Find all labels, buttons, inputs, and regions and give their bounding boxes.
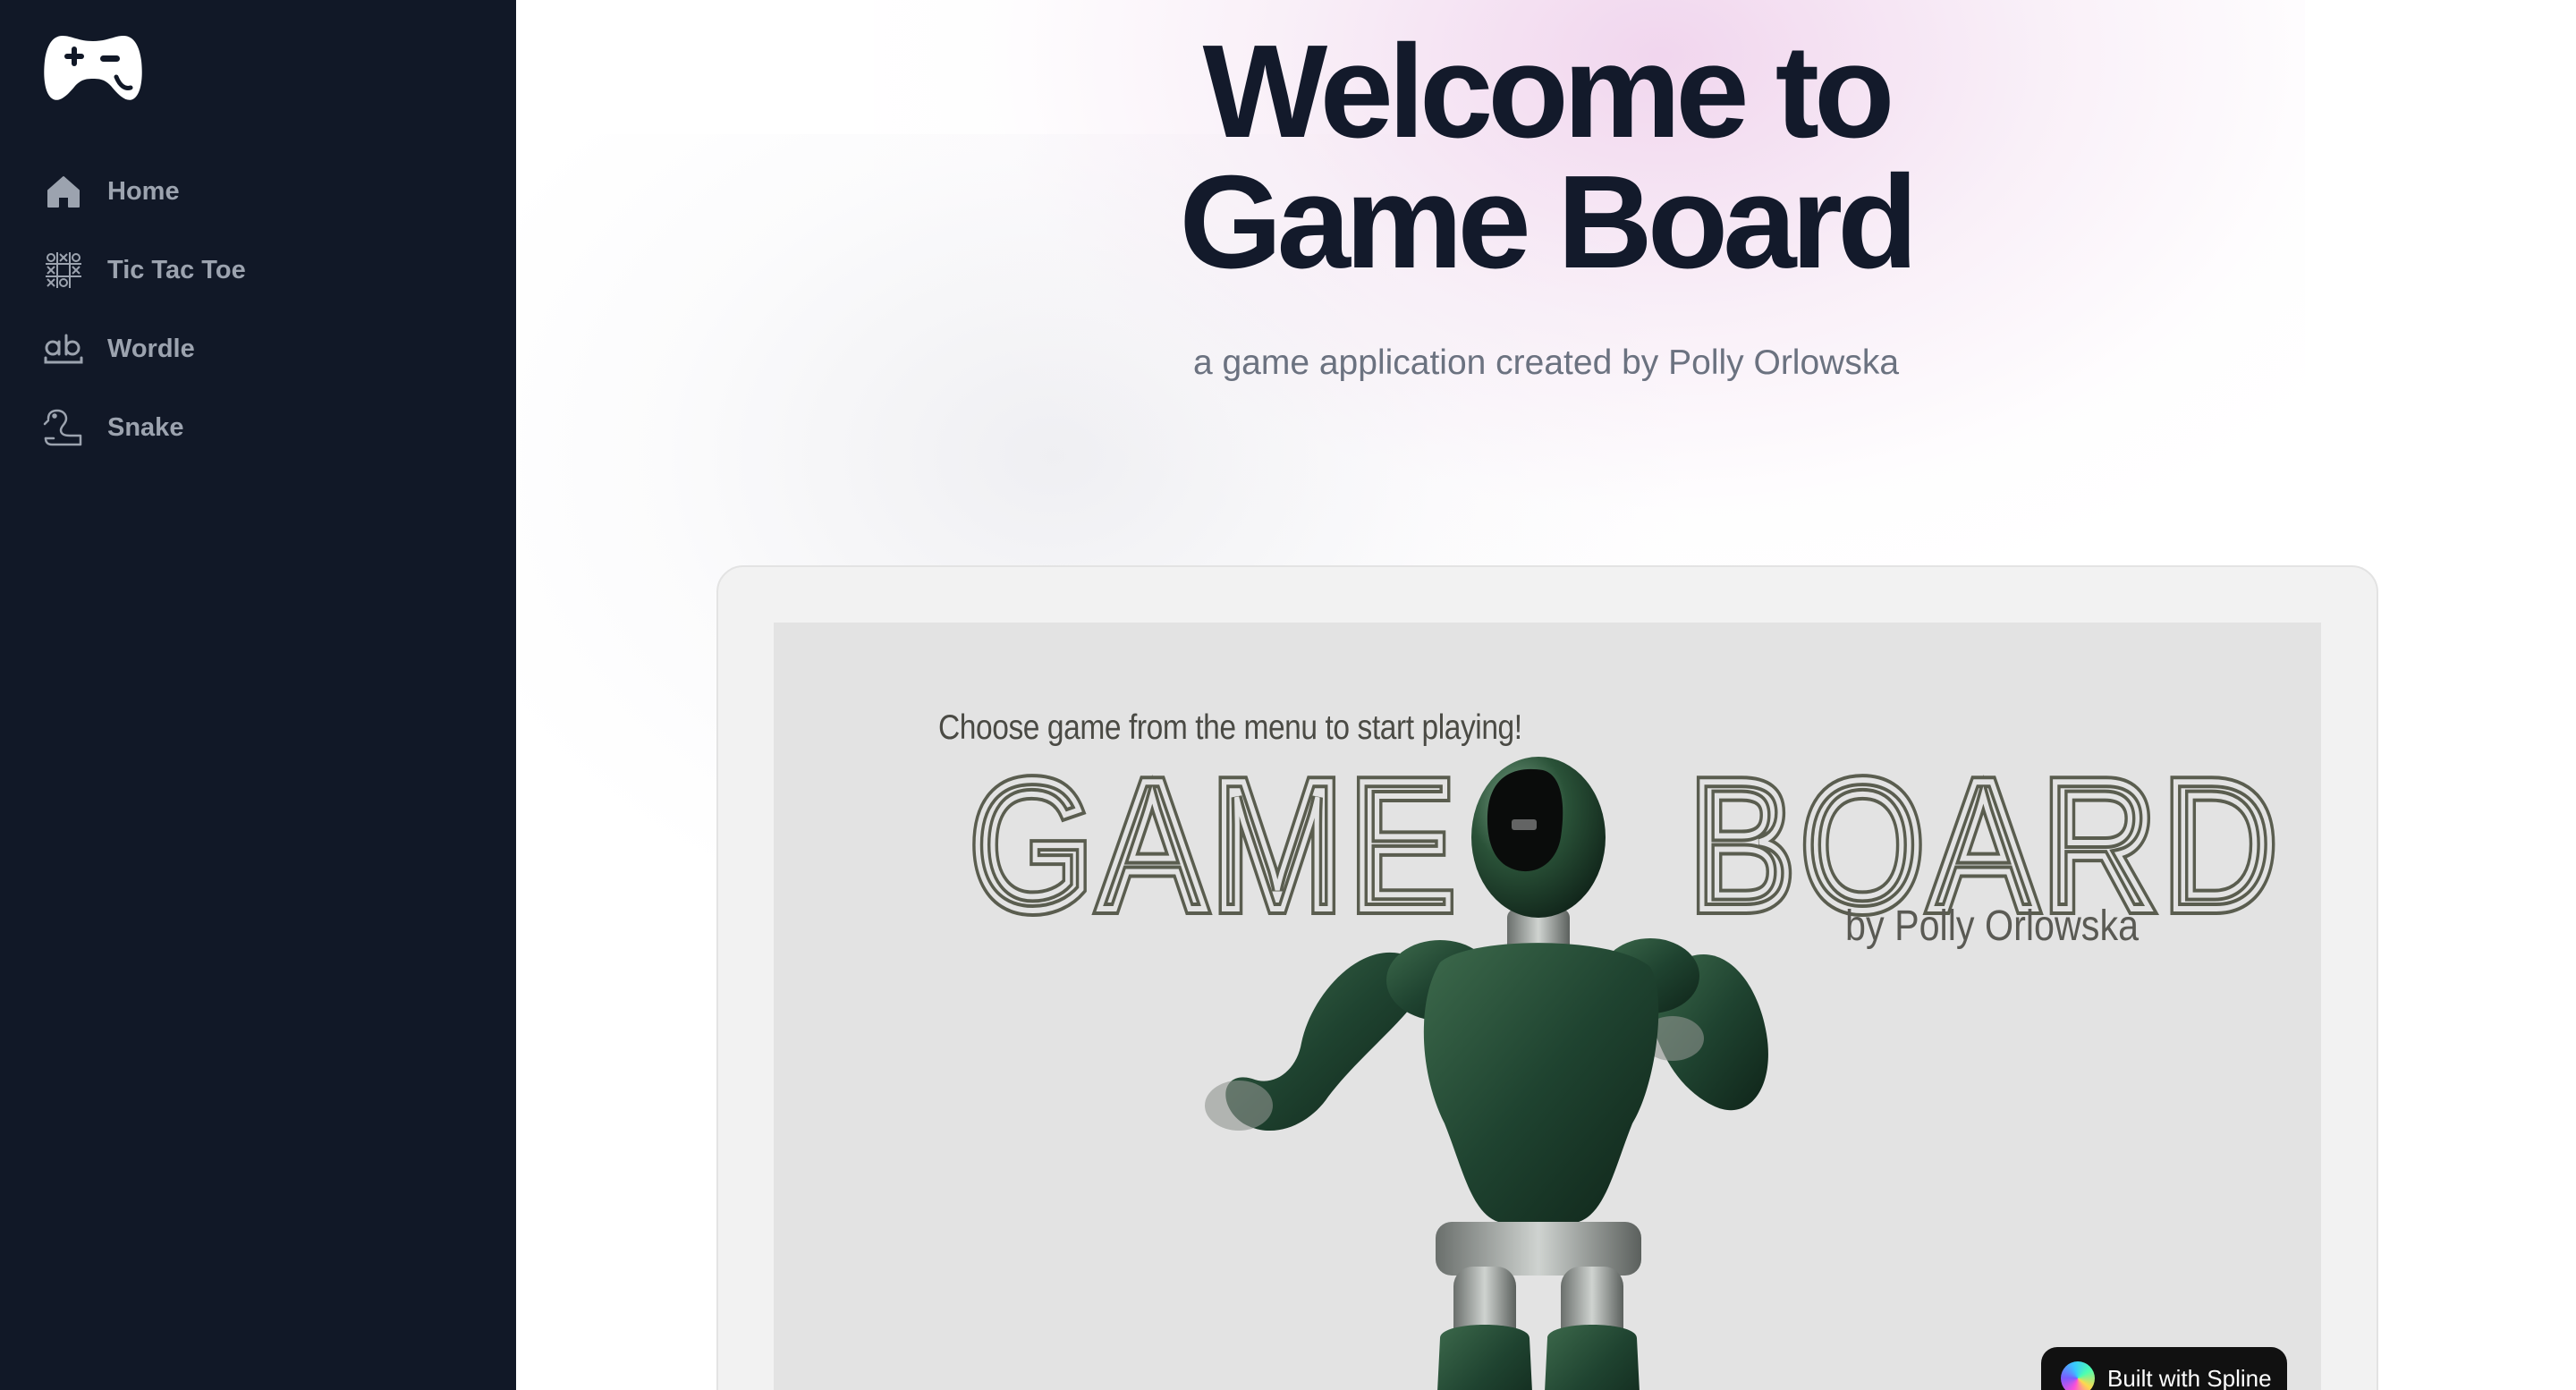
tic-tac-toe-icon (43, 250, 84, 291)
sidebar-item-label: Wordle (107, 334, 195, 363)
spline-scene[interactable]: GAME GAME BOARD BOARD Choose game from t… (774, 623, 2321, 1390)
svg-text:GAME: GAME (970, 742, 1461, 948)
spline-logo-icon (2061, 1361, 2095, 1390)
sidebar-item-wordle[interactable]: Wordle (0, 309, 516, 388)
sidebar-item-label: Tic Tac Toe (107, 255, 246, 284)
sidebar-item-tic-tac-toe[interactable]: Tic Tac Toe (0, 231, 516, 309)
home-icon (43, 171, 84, 212)
scene-byline: by Polly Orlowska (1845, 903, 2140, 950)
title-line-2: Game Board (1179, 148, 1918, 296)
title-line-1: Welcome to (1202, 18, 1895, 165)
wordle-ab-icon (43, 328, 84, 369)
page-title: Welcome to Game Board (516, 26, 2576, 289)
page-subtitle: a game application created by Polly Orlo… (1192, 343, 1900, 382)
built-with-spline-badge[interactable]: Built with Spline (2041, 1347, 2287, 1390)
badge-label: Built with Spline (2107, 1364, 2272, 1390)
sidebar-item-home[interactable]: Home (0, 152, 516, 231)
sidebar-item-snake[interactable]: Snake (0, 388, 516, 467)
snake-icon (43, 407, 84, 448)
sidebar: Home Tic Tac Toe Wordle Snake (0, 0, 516, 1390)
gamepad-icon[interactable] (43, 30, 143, 107)
sidebar-nav: Home Tic Tac Toe Wordle Snake (0, 152, 516, 467)
sidebar-item-label: Snake (107, 412, 184, 442)
scene-hint-text: Choose game from the menu to start playi… (938, 708, 1522, 747)
spline-embed-frame: GAME GAME BOARD BOARD Choose game from t… (716, 565, 2378, 1390)
main-content: Welcome to Game Board a game application… (516, 0, 2576, 1390)
sidebar-item-label: Home (107, 176, 180, 206)
